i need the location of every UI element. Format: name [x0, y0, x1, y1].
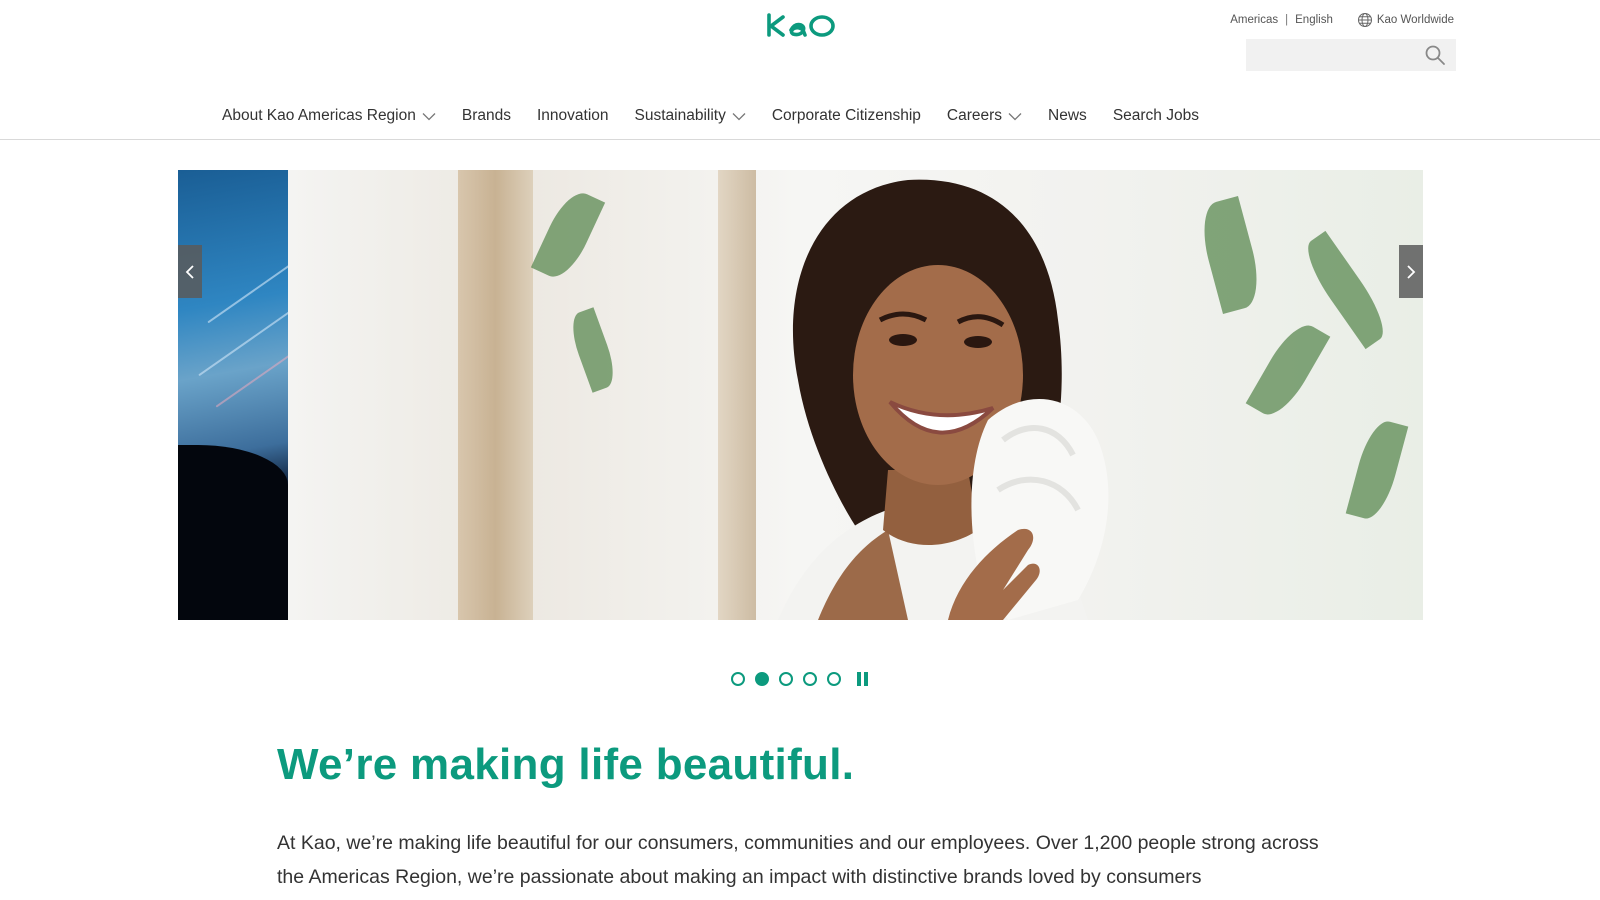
nav-item-innovation[interactable]: Innovation	[537, 107, 609, 125]
chevron-left-icon	[185, 264, 194, 279]
language-link[interactable]: English	[1295, 14, 1333, 26]
nav-item-corporate-citizenship[interactable]: Corporate Citizenship	[772, 107, 921, 125]
nav-item-careers[interactable]: Careers	[947, 107, 1022, 125]
hill-silhouette	[178, 445, 288, 620]
utility-bar: Americas | English Kao Worldwide	[1230, 12, 1454, 28]
kao-logo[interactable]	[763, 8, 837, 40]
kao-logo-mark	[767, 13, 835, 37]
chevron-down-icon	[1008, 112, 1022, 120]
search-box	[1246, 39, 1456, 71]
nav-item-label: Corporate Citizenship	[771, 107, 921, 124]
carousel-dot-3[interactable]	[779, 672, 793, 686]
nav-item-label: Brands	[461, 107, 511, 124]
wood-frame	[458, 170, 533, 620]
search-input[interactable]	[1246, 39, 1416, 71]
nav-item-news[interactable]: News	[1048, 107, 1087, 125]
nav-item-label: Careers	[946, 107, 1003, 124]
search-icon[interactable]	[1424, 44, 1446, 66]
sky-streak	[215, 354, 291, 408]
nav-item-search-jobs[interactable]: Search Jobs	[1113, 107, 1199, 125]
previous-slide-image[interactable]	[178, 170, 299, 620]
main-navigation: About Kao Americas Region Brands Innovat…	[0, 100, 1600, 140]
nav-item-label: News	[1048, 107, 1087, 124]
intro-paragraph: At Kao, we’re making life beautiful for …	[277, 832, 1319, 888]
woman-with-towel-photo	[778, 179, 1109, 620]
globe-icon	[1357, 13, 1372, 27]
region-link[interactable]: Americas	[1230, 14, 1278, 26]
hero-carousel	[178, 170, 1423, 620]
nav-item-about[interactable]: About Kao Americas Region	[222, 107, 436, 125]
carousel-dot-4[interactable]	[803, 672, 817, 686]
pause-icon[interactable]	[857, 672, 871, 686]
nav-item-label: Innovation	[537, 107, 609, 124]
nav-item-label: About Kao Americas Region	[222, 107, 416, 124]
carousel-next-button[interactable]	[1399, 245, 1423, 298]
kao-worldwide-label: Kao Worldwide	[1376, 14, 1454, 26]
carousel-indicators	[731, 672, 871, 686]
carousel-dot-1[interactable]	[731, 672, 745, 686]
plant-leaf	[1245, 316, 1331, 424]
nav-item-label: Sustainability	[634, 107, 726, 124]
chevron-down-icon	[422, 112, 436, 120]
chevron-right-icon	[1407, 264, 1416, 279]
plant-leaf	[530, 185, 606, 285]
nav-item-sustainability[interactable]: Sustainability	[635, 107, 746, 125]
carousel-dot-2[interactable]	[755, 672, 769, 686]
nav-item-label: Search Jobs	[1112, 107, 1199, 124]
divider: |	[1285, 14, 1289, 26]
chevron-down-icon	[732, 112, 746, 120]
kao-worldwide-link[interactable]: Kao Worldwide	[1357, 12, 1454, 28]
nav-item-brands[interactable]: Brands	[462, 107, 511, 125]
plant-leaf	[1345, 416, 1409, 524]
page-headline: We’re making life beautiful.	[277, 740, 855, 789]
carousel-prev-button[interactable]	[178, 245, 202, 298]
carousel-dot-5[interactable]	[827, 672, 841, 686]
current-slide-image[interactable]	[288, 170, 1423, 620]
